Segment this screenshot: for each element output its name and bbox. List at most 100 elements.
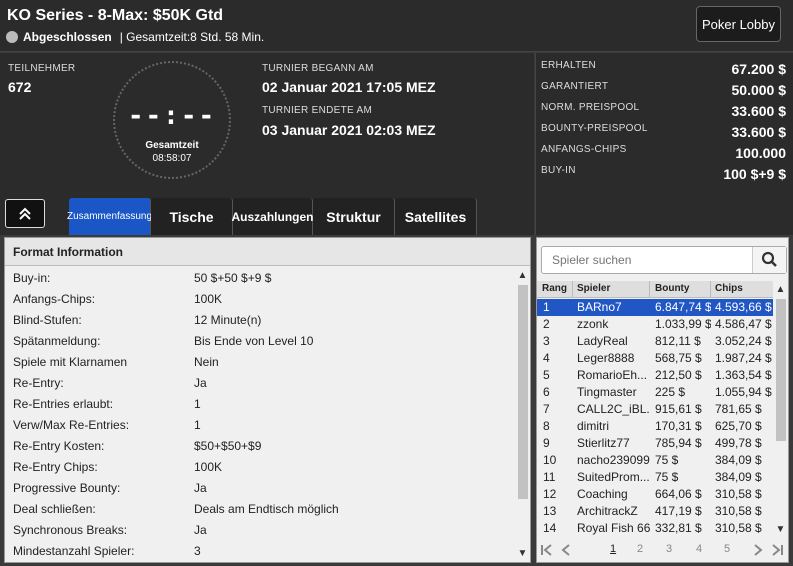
cell-chips: 1.055,94 $ — [715, 385, 772, 399]
table-row[interactable]: 5 RomarioEh... 212,50 $ 1.363,54 $ — [537, 367, 773, 384]
cell-player: dimitri — [577, 419, 609, 433]
first-page-icon[interactable] — [540, 543, 554, 557]
format-value: Bis Ende von Level 10 — [194, 334, 314, 348]
format-scrollbar[interactable]: ▲ ▼ — [516, 269, 529, 561]
page-1[interactable]: 1 — [610, 543, 616, 555]
table-row[interactable]: 3 LadyReal 812,11 $ 3.052,24 $ — [537, 333, 773, 350]
player-search-input[interactable] — [542, 247, 752, 273]
cell-bounty: 75 $ — [655, 453, 679, 467]
prize-label: BOUNTY-PREISPOOL — [541, 123, 648, 134]
format-label: Re-Entry: — [13, 376, 64, 390]
cell-rank: 13 — [543, 504, 557, 518]
cell-rank: 6 — [543, 385, 550, 399]
cell-bounty: 75 $ — [655, 470, 679, 484]
format-value: 1 — [194, 397, 201, 411]
cell-chips: 781,65 $ — [715, 402, 762, 416]
format-title: Format Information — [5, 238, 530, 266]
tab-summary[interactable]: Zusammenfassung — [67, 198, 152, 235]
next-page-icon[interactable] — [751, 543, 765, 557]
tournament-title: KO Series - 8-Max: $50K Gtd — [7, 7, 224, 24]
table-row[interactable]: 10 nacho239099 75 $ 384,09 $ — [537, 452, 773, 469]
header-player[interactable]: Spieler — [577, 283, 610, 294]
format-row: Spätanmeldung: Bis Ende von Level 10 — [5, 331, 515, 352]
format-label: Re-Entries erlaubt: — [13, 397, 114, 411]
prize-label: ERHALTEN — [541, 60, 597, 71]
page-4[interactable]: 4 — [696, 543, 702, 555]
header-rank[interactable]: Rang — [542, 283, 567, 294]
table-row[interactable]: 1 BARno7 6.847,74 $ 4.593,66 $ — [537, 299, 773, 316]
format-row: Re-Entries erlaubt: 1 — [5, 394, 515, 415]
player-table-body: 1 BARno7 6.847,74 $ 4.593,66 $ 2 zzonk 1.033,… — [537, 299, 773, 537]
format-label: Anfangs-Chips: — [13, 292, 96, 306]
header-bounty[interactable]: Bounty — [655, 283, 689, 294]
cell-bounty: 915,61 $ — [655, 402, 702, 416]
format-row: Blind-Stufen: 12 Minute(n) — [5, 310, 515, 331]
cell-player: ArchitrackZ — [577, 504, 638, 518]
table-row[interactable]: 4 Leger8888 568,75 $ 1.987,24 $ — [537, 350, 773, 367]
collapse-button[interactable] — [5, 199, 45, 228]
tab-tables[interactable]: Tische — [151, 198, 233, 235]
cell-bounty: 332,81 $ — [655, 521, 702, 535]
format-value: Ja — [194, 376, 207, 390]
page-2[interactable]: 2 — [637, 543, 643, 555]
cell-rank: 14 — [543, 521, 557, 535]
cell-player: Coaching — [577, 487, 628, 501]
scroll-up-icon[interactable]: ▲ — [774, 283, 787, 297]
cell-rank: 7 — [543, 402, 550, 416]
table-row[interactable]: 13 ArchitrackZ 417,19 $ 310,58 $ — [537, 503, 773, 520]
scroll-down-icon[interactable]: ▼ — [774, 523, 787, 537]
prize-value: 50.000 $ — [731, 82, 787, 98]
header: KO Series - 8-Max: $50K Gtd Abgeschlosse… — [0, 0, 793, 52]
poker-lobby-button[interactable]: Poker Lobby — [696, 6, 781, 42]
format-value: 12 Minute(n) — [194, 313, 262, 327]
table-row[interactable]: 11 SuitedProm... 75 $ 384,09 $ — [537, 469, 773, 486]
cell-player: LadyReal — [577, 334, 628, 348]
page-5[interactable]: 5 — [724, 543, 730, 555]
prize-label: NORM. PREISPOOL — [541, 102, 640, 113]
table-row[interactable]: 14 Royal Fish 66 332,81 $ 310,58 $ — [537, 520, 773, 537]
page-3[interactable]: 3 — [666, 543, 672, 555]
format-row: Re-Entry Chips: 100K — [5, 457, 515, 478]
start-value: 02 Januar 2021 17:05 MEZ — [262, 79, 436, 95]
header-chips[interactable]: Chips — [715, 283, 743, 294]
prize-label: BUY-IN — [541, 165, 576, 176]
table-row[interactable]: 7 CALL2C_iBL... 915,61 $ 781,65 $ — [537, 401, 773, 418]
tab-payouts[interactable]: Auszahlungen — [232, 198, 314, 235]
format-label: Re-Entry Kosten: — [13, 439, 105, 453]
format-label: Re-Entry Chips: — [13, 460, 98, 474]
tab-bar: Zusammenfassung Tische Auszahlungen Stru… — [67, 198, 477, 235]
prize-info: ERHALTEN 67.200 $ GARANTIERT 50.000 $ NO… — [535, 53, 793, 235]
cell-rank: 11 — [543, 470, 556, 484]
table-row[interactable]: 9 Stierlitz77 785,94 $ 499,78 $ — [537, 435, 773, 452]
format-row: Verw/Max Re-Entries: 1 — [5, 415, 515, 436]
scrollbar-thumb[interactable] — [776, 299, 786, 441]
prize-value: 33.600 $ — [731, 103, 787, 119]
scrollbar-thumb[interactable] — [518, 285, 528, 499]
cell-rank: 5 — [543, 368, 550, 382]
scroll-up-icon[interactable]: ▲ — [516, 269, 529, 283]
last-page-icon[interactable] — [770, 543, 784, 557]
cell-bounty: 785,94 $ — [655, 436, 702, 450]
format-value: 50 $+50 $+9 $ — [194, 271, 272, 285]
previous-page-icon[interactable] — [559, 543, 573, 557]
prize-value: 100.000 — [735, 145, 786, 161]
format-row: Buy-in: 50 $+50 $+9 $ — [5, 268, 515, 289]
format-value: Nein — [194, 355, 219, 369]
table-row[interactable]: 2 zzonk 1.033,99 $ 4.586,47 $ — [537, 316, 773, 333]
format-label: Buy-in: — [13, 271, 51, 285]
table-row[interactable]: 12 Coaching 664,06 $ 310,58 $ — [537, 486, 773, 503]
cell-player: CALL2C_iBL... — [577, 402, 650, 416]
table-row[interactable]: 8 dimitri 170,31 $ 625,70 $ — [537, 418, 773, 435]
tab-satellites[interactable]: Satellites — [395, 198, 477, 235]
search-button[interactable] — [752, 247, 786, 273]
player-scrollbar[interactable]: ▲ ▼ — [774, 283, 787, 537]
scroll-down-icon[interactable]: ▼ — [516, 547, 529, 561]
table-row[interactable]: 6 Tingmaster 225 $ 1.055,94 $ — [537, 384, 773, 401]
format-value: $50+$50+$9 — [194, 439, 262, 453]
format-value: Deals am Endtisch möglich — [194, 502, 339, 516]
cell-chips: 384,09 $ — [715, 453, 762, 467]
format-value: Ja — [194, 481, 207, 495]
tab-structure[interactable]: Struktur — [313, 198, 395, 235]
cell-player: Tingmaster — [577, 385, 637, 399]
format-label: Progressive Bounty: — [13, 481, 121, 495]
